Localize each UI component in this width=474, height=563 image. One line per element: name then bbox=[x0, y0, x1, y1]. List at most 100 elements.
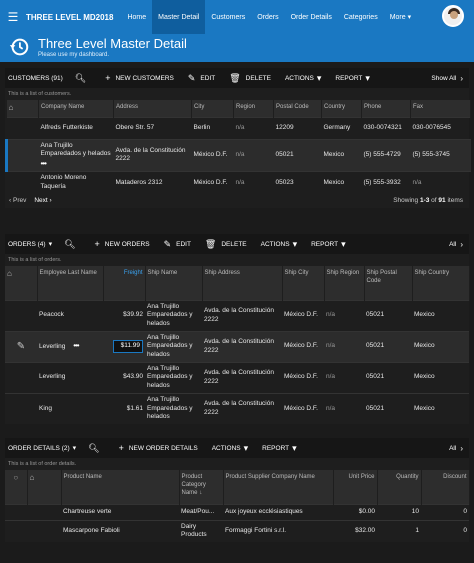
table-row[interactable]: Peacock $39.92 Ana Trujillo Emparedados … bbox=[5, 299, 469, 331]
hamburger-icon[interactable]: ☰ bbox=[0, 0, 26, 34]
nav-item-master-detail[interactable]: Master Detail bbox=[152, 0, 206, 34]
order-details-title[interactable]: ORDER DETAILS (2) bbox=[8, 445, 70, 452]
table-row[interactable]: Mascarpone Fabioli Dairy Products Formag… bbox=[5, 519, 469, 542]
new-orders-button[interactable]: + NEW ORDERS bbox=[95, 239, 150, 249]
row-menu-dots-icon[interactable]: ••• bbox=[41, 159, 47, 168]
column-header-product-supplier-company-name[interactable]: Product Supplier Company Name bbox=[223, 470, 334, 504]
select-column-header[interactable]: ⌂ bbox=[27, 470, 62, 504]
cell-ship-postal: 05021 bbox=[364, 361, 412, 393]
customers-show-all-button[interactable]: Show All › bbox=[431, 68, 463, 88]
order-details-report-label: REPORT bbox=[262, 444, 290, 452]
column-header-ship-region[interactable]: Ship Region bbox=[324, 266, 365, 300]
orders-title[interactable]: ORDERS (4) bbox=[8, 241, 46, 248]
orders-actions-button[interactable]: ACTIONS ▾ bbox=[261, 239, 297, 250]
avatar-face bbox=[450, 11, 458, 19]
freight-edit-input[interactable]: $11.99 bbox=[113, 340, 143, 353]
table-row[interactable]: Alfreds Futterkiste Obere Str. 57 Berlin… bbox=[6, 116, 471, 140]
orders-search-button[interactable]: 🔍︎ bbox=[64, 239, 80, 250]
pager-next[interactable]: Next › bbox=[34, 197, 51, 204]
orders-delete-button[interactable]: 🗑︎ DELETE bbox=[205, 239, 247, 250]
customers-actions-button[interactable]: ACTIONS ▾ bbox=[285, 73, 321, 84]
chevron-down-icon[interactable]: ▾ bbox=[73, 444, 77, 452]
column-header-city[interactable]: City bbox=[191, 100, 234, 118]
cell-ship-postal: 05021 bbox=[364, 330, 412, 362]
orders-panel: ORDERS (4) ▾ 🔍︎ + NEW ORDERS ✎ EDIT 🗑︎ DELET… bbox=[5, 234, 470, 424]
table-row[interactable]: King $1.61 Ana Trujillo Emparedados y he… bbox=[5, 392, 469, 424]
nav-item-orders[interactable]: Orders bbox=[251, 0, 284, 34]
column-header-fax[interactable]: Fax bbox=[410, 100, 471, 118]
cell-ship-country: Mexico bbox=[412, 330, 469, 362]
customers-edit-button[interactable]: ✎ EDIT bbox=[188, 73, 215, 84]
table-row[interactable]: Antonio Moreno Taquería Mataderos 2312 M… bbox=[6, 171, 471, 194]
new-customers-button[interactable]: + NEW CUSTOMERS bbox=[105, 73, 174, 83]
app-brand[interactable]: THREE LEVEL MD2018 bbox=[26, 13, 113, 22]
nav-item-categories[interactable]: Categories bbox=[338, 0, 384, 34]
column-header-postal-code[interactable]: Postal Code bbox=[273, 100, 322, 118]
column-header-quantity[interactable]: Quantity bbox=[377, 470, 422, 504]
cell-country: Germany bbox=[321, 116, 362, 140]
row-selector[interactable] bbox=[6, 116, 39, 140]
customers-search-button[interactable]: 🔍︎ bbox=[75, 73, 91, 84]
cell-product-name: Chartreuse verte bbox=[61, 503, 179, 520]
select-column-header[interactable]: ⌂ bbox=[6, 100, 39, 118]
order-details-report-button[interactable]: REPORT ▾ bbox=[262, 443, 297, 454]
select-all-checkbox[interactable]: ○ bbox=[5, 470, 28, 504]
nav-item-more[interactable]: More ▾ bbox=[384, 0, 417, 34]
sort-descending-icon: ↓ bbox=[199, 490, 203, 497]
pager-prev[interactable]: ‹ Prev bbox=[9, 197, 26, 204]
nav-item-customers[interactable]: Customers bbox=[205, 0, 251, 34]
row-selector[interactable] bbox=[5, 361, 37, 393]
column-header-freight[interactable]: Freight bbox=[103, 266, 146, 300]
table-row[interactable]: Leverling $43.90 Ana Trujillo Emparedado… bbox=[5, 361, 469, 393]
cell-ship-region: n/a bbox=[324, 299, 364, 331]
row-selector[interactable] bbox=[5, 138, 39, 172]
order-details-actions-button[interactable]: ACTIONS ▾ bbox=[212, 443, 248, 454]
row-selector[interactable] bbox=[6, 171, 39, 194]
row-selector[interactable] bbox=[5, 299, 37, 331]
column-header-discount[interactable]: Discount bbox=[421, 470, 470, 504]
column-header-company-name[interactable]: Company Name bbox=[38, 100, 114, 118]
nav-item-home[interactable]: Home bbox=[121, 0, 152, 34]
column-header-address[interactable]: Address bbox=[113, 100, 192, 118]
column-header-ship-address[interactable]: Ship Address bbox=[202, 266, 283, 300]
row-selector[interactable]: ✎ bbox=[5, 330, 37, 362]
cell-ship-country: Mexico bbox=[412, 299, 469, 331]
table-row-selected[interactable]: Ana Trujillo Emparedados y helados ••• A… bbox=[5, 138, 471, 172]
order-details-show-all-button[interactable]: All › bbox=[449, 438, 463, 458]
customers-report-button[interactable]: REPORT ▾ bbox=[335, 73, 370, 84]
row-selector[interactable] bbox=[5, 392, 37, 424]
table-row[interactable]: Chartreuse verte Meat/Pou... Aux joyeux … bbox=[5, 503, 469, 520]
select-column-header[interactable]: ⌂ bbox=[5, 266, 38, 300]
orders-edit-button[interactable]: ✎ EDIT bbox=[164, 239, 191, 250]
pencil-icon[interactable]: ✎ bbox=[17, 341, 25, 352]
column-header-ship-city[interactable]: Ship City bbox=[282, 266, 325, 300]
cell-ship-name: Ana Trujillo Emparedados y helados bbox=[145, 361, 202, 393]
orders-report-button[interactable]: REPORT ▾ bbox=[311, 239, 346, 250]
column-header-employee-last-name[interactable]: Employee Last Name bbox=[37, 266, 104, 300]
nav-item-order-details[interactable]: Order Details bbox=[285, 0, 338, 34]
orders-show-all-button[interactable]: All › bbox=[449, 234, 463, 254]
row-selector[interactable] bbox=[27, 519, 61, 542]
cell-employee-text: Leverling bbox=[39, 343, 66, 351]
row-checkbox[interactable] bbox=[5, 519, 27, 542]
column-header-product-name[interactable]: Product Name bbox=[61, 470, 180, 504]
column-header-product-category-name[interactable]: Product Category Name ↓ bbox=[179, 470, 224, 504]
chevron-down-icon[interactable]: ▾ bbox=[49, 240, 53, 248]
row-checkbox[interactable] bbox=[5, 503, 27, 520]
column-header-country[interactable]: Country bbox=[321, 100, 362, 118]
new-order-details-button[interactable]: + NEW ORDER DETAILS bbox=[119, 443, 198, 453]
table-row-selected[interactable]: ✎ Leverling ••• $11.99 Ana Trujillo Empa… bbox=[5, 330, 469, 362]
row-selector[interactable] bbox=[27, 503, 61, 520]
column-header-phone[interactable]: Phone bbox=[361, 100, 411, 118]
column-header-ship-name[interactable]: Ship Name bbox=[145, 266, 203, 300]
user-avatar[interactable] bbox=[442, 5, 464, 27]
customers-delete-button[interactable]: 🗑︎ DELETE bbox=[229, 73, 271, 84]
chevron-right-icon: › bbox=[460, 443, 463, 453]
customers-title[interactable]: CUSTOMERS (91) bbox=[8, 75, 63, 82]
row-menu-dots-icon[interactable]: ••• bbox=[73, 341, 79, 350]
column-header-ship-postal-code[interactable]: Ship Postal Code bbox=[364, 266, 413, 300]
column-header-unit-price[interactable]: Unit Price bbox=[333, 470, 378, 504]
column-header-ship-country[interactable]: Ship Country bbox=[412, 266, 470, 300]
order-details-search-button[interactable]: 🔍︎ bbox=[88, 443, 104, 454]
column-header-region[interactable]: Region bbox=[233, 100, 274, 118]
